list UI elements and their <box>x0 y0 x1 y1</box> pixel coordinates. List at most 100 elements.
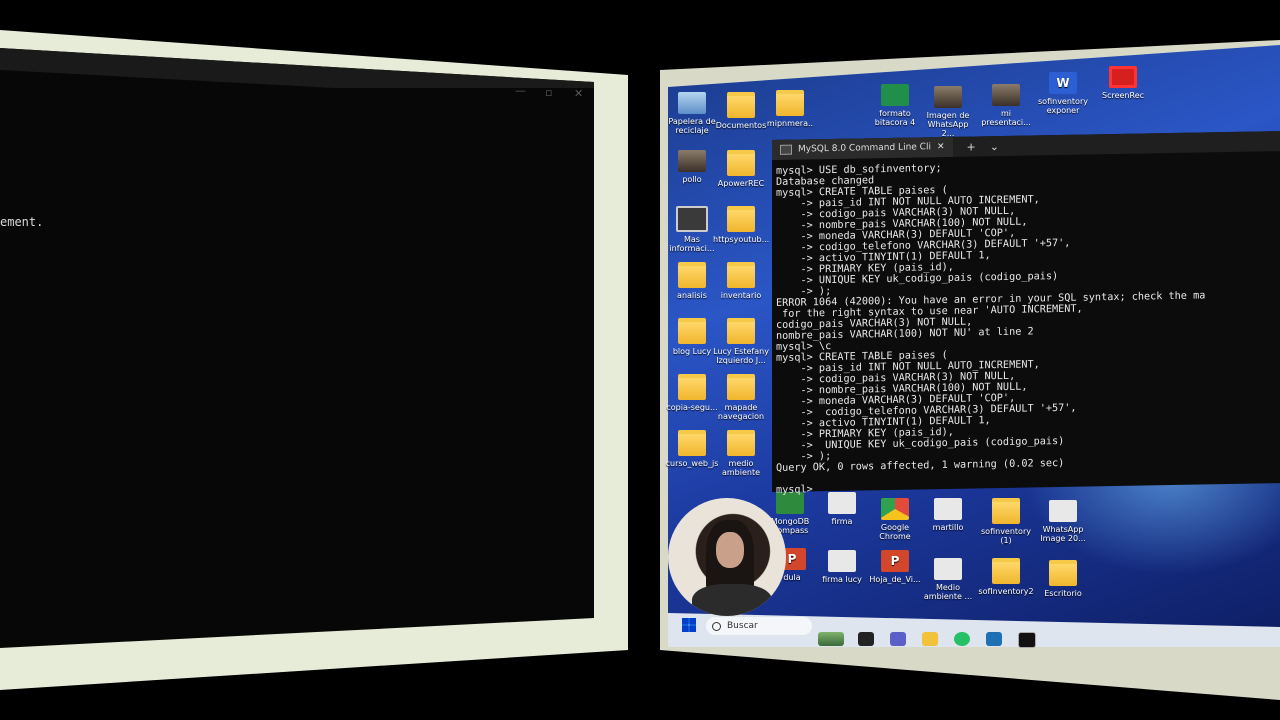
folder-icon <box>776 90 804 116</box>
folder-icon <box>727 318 755 344</box>
desktop-icon[interactable]: pollo <box>664 150 720 184</box>
close-icon[interactable]: ✕ <box>574 87 583 100</box>
desktop-icon-label: copia-segu... <box>666 403 718 412</box>
terminal-tab[interactable]: MySQL 8.0 Command Line Cli ✕ <box>772 136 953 160</box>
desktop-icon[interactable]: mi presentaci... <box>978 84 1034 127</box>
desktop-icon-label: pollo <box>682 175 702 184</box>
doc-icon <box>1049 500 1077 522</box>
desktop-icon[interactable]: Lucy Estefany Izquierdo J... <box>713 318 769 365</box>
desktop-icon-label: httpsyoutub... <box>713 235 770 244</box>
desktop-icon-label: mapade navegacion <box>717 403 765 421</box>
desktop-icon[interactable]: medio ambiente <box>713 430 769 477</box>
desktop-icon-label: firma <box>831 517 853 526</box>
desktop-icon-label: medio ambiente <box>721 459 761 477</box>
gear-icon <box>676 206 708 232</box>
desktop-icon-label: mipnmera.. <box>766 119 814 128</box>
desktop-icon[interactable]: formato bitacora 4 <box>867 84 923 127</box>
file-explorer-icon[interactable] <box>922 632 938 646</box>
desktop-icon[interactable]: mipnmera.. <box>762 90 818 128</box>
desktop-icon[interactable]: Documentos <box>713 92 769 130</box>
desktop-icon[interactable]: blog Lucy <box>664 318 720 356</box>
desktop-icon-label: analisis <box>677 291 707 300</box>
folder-icon <box>678 430 706 456</box>
terminal-icon <box>780 144 792 155</box>
desktop-icon[interactable]: inventario <box>713 262 769 300</box>
folder-icon <box>727 92 755 118</box>
app-icon[interactable] <box>986 632 1002 646</box>
maximize-icon[interactable]: ▫ <box>545 86 552 99</box>
doc-icon <box>934 558 962 580</box>
desktop-icon-label: sofinventory exponer <box>1038 97 1088 115</box>
sheet-icon <box>881 84 909 106</box>
tab-dropdown-icon[interactable]: ⌄ <box>990 140 999 153</box>
doc-icon <box>828 550 856 572</box>
windows-start-icon[interactable] <box>682 618 696 632</box>
whatsapp-icon[interactable] <box>954 632 970 646</box>
desktop-icon[interactable]: Imagen de WhatsApp 2... <box>920 86 976 138</box>
taskbar-search-box[interactable]: Buscar <box>706 617 812 635</box>
desktop-icon[interactable]: analisis <box>664 262 720 300</box>
folder-icon <box>992 558 1020 584</box>
desktop-icon[interactable]: httpsyoutub... <box>713 206 769 244</box>
terminal-tab-title: MySQL 8.0 Command Line Cli <box>798 142 931 155</box>
desktop-icon-label: ApowerREC <box>717 179 765 188</box>
terminal-taskbar-icon[interactable] <box>1018 632 1036 648</box>
folder-icon <box>678 318 706 344</box>
desktop-icon[interactable]: firma lucy <box>814 550 870 584</box>
folder-icon <box>678 262 706 288</box>
desktop-icon[interactable]: curso_web_js <box>664 430 720 468</box>
desktop-icon-label: Imagen de WhatsApp 2... <box>926 111 970 138</box>
ppt-icon: P <box>881 550 909 572</box>
desktop-icon[interactable]: Mas informaci... <box>664 206 720 253</box>
desktop-icon-label: Google Chrome <box>879 523 911 541</box>
desktop-icon-label: sofinventory (1) <box>981 527 1031 545</box>
widgets-icon[interactable] <box>818 632 844 646</box>
desktop-icon-label: curso_web_js <box>665 459 719 468</box>
teams-icon[interactable] <box>890 632 906 646</box>
desktop-icon[interactable]: Wsofinventory exponer <box>1035 72 1091 115</box>
new-tab-button[interactable]: + <box>967 140 976 153</box>
webcam-face <box>716 532 744 568</box>
word-icon: W <box>1049 72 1077 94</box>
folder-icon <box>992 498 1020 524</box>
left-terminal-window[interactable] <box>0 48 594 648</box>
desktop-icon-label: martillo <box>932 523 964 532</box>
desktop-icon[interactable]: Papelera de reciclaje <box>664 92 720 135</box>
desktop-icon-label: Hoja_de_Vi... <box>869 575 921 584</box>
search-icon <box>712 621 721 631</box>
desktop-icon[interactable]: martillo <box>920 498 976 532</box>
photo-icon <box>992 84 1020 106</box>
desktop-icon[interactable]: sofInventory2 <box>978 558 1034 596</box>
desktop-icon[interactable]: copia-segu... <box>664 374 720 412</box>
desktop-icon[interactable]: Medio ambiente ... <box>920 558 976 601</box>
rec-icon <box>1109 66 1137 88</box>
desktop-icon-label: ScreenRec <box>1101 91 1145 100</box>
tab-close-icon[interactable]: ✕ <box>937 142 945 152</box>
desktop-icon[interactable]: ApowerREC <box>713 150 769 188</box>
desktop-icon-label: mi presentaci... <box>981 109 1031 127</box>
desktop-icon-label: Medio ambiente ... <box>923 583 973 601</box>
desktop-icon[interactable]: Escritorio <box>1035 560 1091 598</box>
terminal-output[interactable]: mysql> USE db_sofinventory; Database chan… <box>772 151 1280 502</box>
taskview-icon[interactable] <box>858 632 874 646</box>
webcam-body <box>692 584 772 616</box>
webcam-overlay <box>668 498 786 616</box>
minimize-icon[interactable]: — <box>515 84 526 97</box>
desktop-icon[interactable]: sofinventory (1) <box>978 498 1034 545</box>
desktop-icon[interactable]: mapade navegacion <box>713 374 769 421</box>
desktop-icon[interactable]: ScreenRec <box>1095 66 1151 100</box>
desktop-icon-label: Escritorio <box>1044 589 1082 598</box>
mysql-terminal-window[interactable]: MySQL 8.0 Command Line Cli ✕ + ⌄ mysql> … <box>772 131 1280 496</box>
photo-icon <box>678 150 706 172</box>
photo-icon <box>934 86 962 108</box>
desktop-icon-label: blog Lucy <box>672 347 712 356</box>
desktop-icon-label: Papelera de reciclaje <box>668 117 716 135</box>
bin-icon <box>678 92 706 114</box>
desktop-icon[interactable]: WhatsApp Image 20... <box>1035 500 1091 543</box>
folder-icon <box>727 374 755 400</box>
desktop-icon-label: firma lucy <box>822 575 862 584</box>
folder-icon <box>678 374 706 400</box>
doc-icon <box>934 498 962 520</box>
desktop-icon[interactable]: Google Chrome <box>867 498 923 541</box>
desktop-icon[interactable]: P Hoja_de_Vi... <box>867 550 923 584</box>
